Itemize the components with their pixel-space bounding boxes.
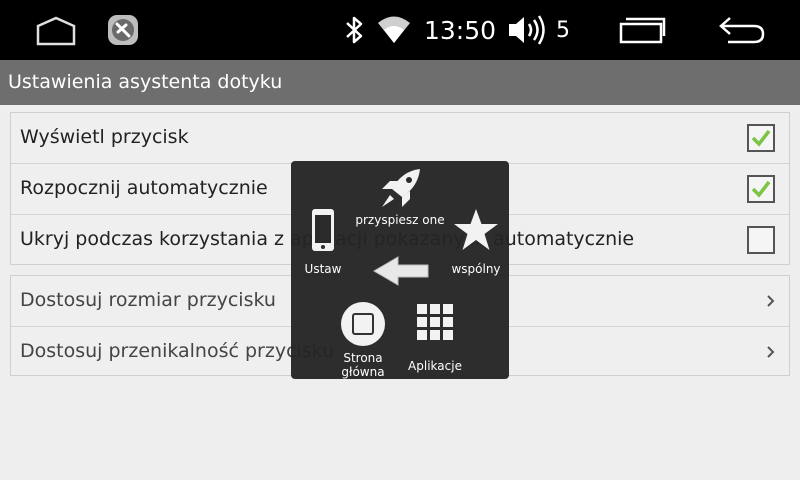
home-icon[interactable] bbox=[32, 16, 80, 46]
page-title: Ustawienia asystenta dotyku bbox=[8, 71, 283, 93]
chevron-right-icon bbox=[767, 346, 775, 358]
apps-grid-icon bbox=[417, 304, 453, 340]
settings-label: Ustaw bbox=[304, 262, 342, 276]
phone-icon bbox=[312, 209, 334, 251]
status-bar: 13:50 5 bbox=[0, 0, 800, 60]
apps-button[interactable]: Aplikacje bbox=[401, 301, 469, 373]
app-icon[interactable] bbox=[106, 13, 140, 47]
settings-button[interactable]: Ustaw bbox=[293, 207, 353, 276]
recent-apps-icon[interactable] bbox=[616, 14, 668, 46]
home-screen-label: Strona główna bbox=[341, 351, 385, 379]
setting-label: Wyświetl przycisk bbox=[20, 126, 189, 148]
setting-show-button[interactable]: Wyświetl przycisk bbox=[11, 113, 789, 164]
bluetooth-icon bbox=[340, 14, 368, 46]
setting-label: Rozpocznij automatycznie bbox=[20, 177, 268, 199]
title-bar: Ustawienia asystenta dotyku bbox=[0, 60, 800, 105]
home-screen-button[interactable]: Strona główna bbox=[335, 301, 391, 379]
chevron-right-icon bbox=[767, 295, 775, 307]
star-icon bbox=[454, 209, 498, 250]
show-button-checkbox[interactable] bbox=[747, 124, 775, 152]
boost-button[interactable]: przyspiesz one bbox=[355, 167, 445, 227]
clock: 13:50 bbox=[424, 15, 497, 45]
assistive-touch-menu: przyspiesz one Ustaw wspólny Strona głów… bbox=[291, 161, 509, 379]
wifi-icon bbox=[376, 14, 412, 46]
favorite-label: wspólny bbox=[451, 262, 501, 276]
setting-label: Dostosuj rozmiar przycisku bbox=[20, 289, 276, 311]
apps-label: Aplikacje bbox=[408, 359, 462, 373]
autostart-checkbox[interactable] bbox=[747, 175, 775, 203]
menu-back-button[interactable] bbox=[371, 255, 431, 287]
setting-label: Dostosuj przenikalność przycisku bbox=[20, 340, 335, 362]
arrow-left-icon bbox=[373, 256, 429, 286]
home-button-icon bbox=[341, 302, 385, 346]
rocket-icon bbox=[382, 169, 420, 207]
volume-icon[interactable] bbox=[506, 12, 546, 48]
back-icon[interactable] bbox=[716, 14, 768, 46]
favorite-button[interactable]: wspólny bbox=[441, 207, 511, 276]
volume-level: 5 bbox=[556, 17, 570, 43]
boost-label: przyspiesz one bbox=[355, 213, 445, 227]
auto-hide-checkbox[interactable] bbox=[747, 226, 775, 254]
